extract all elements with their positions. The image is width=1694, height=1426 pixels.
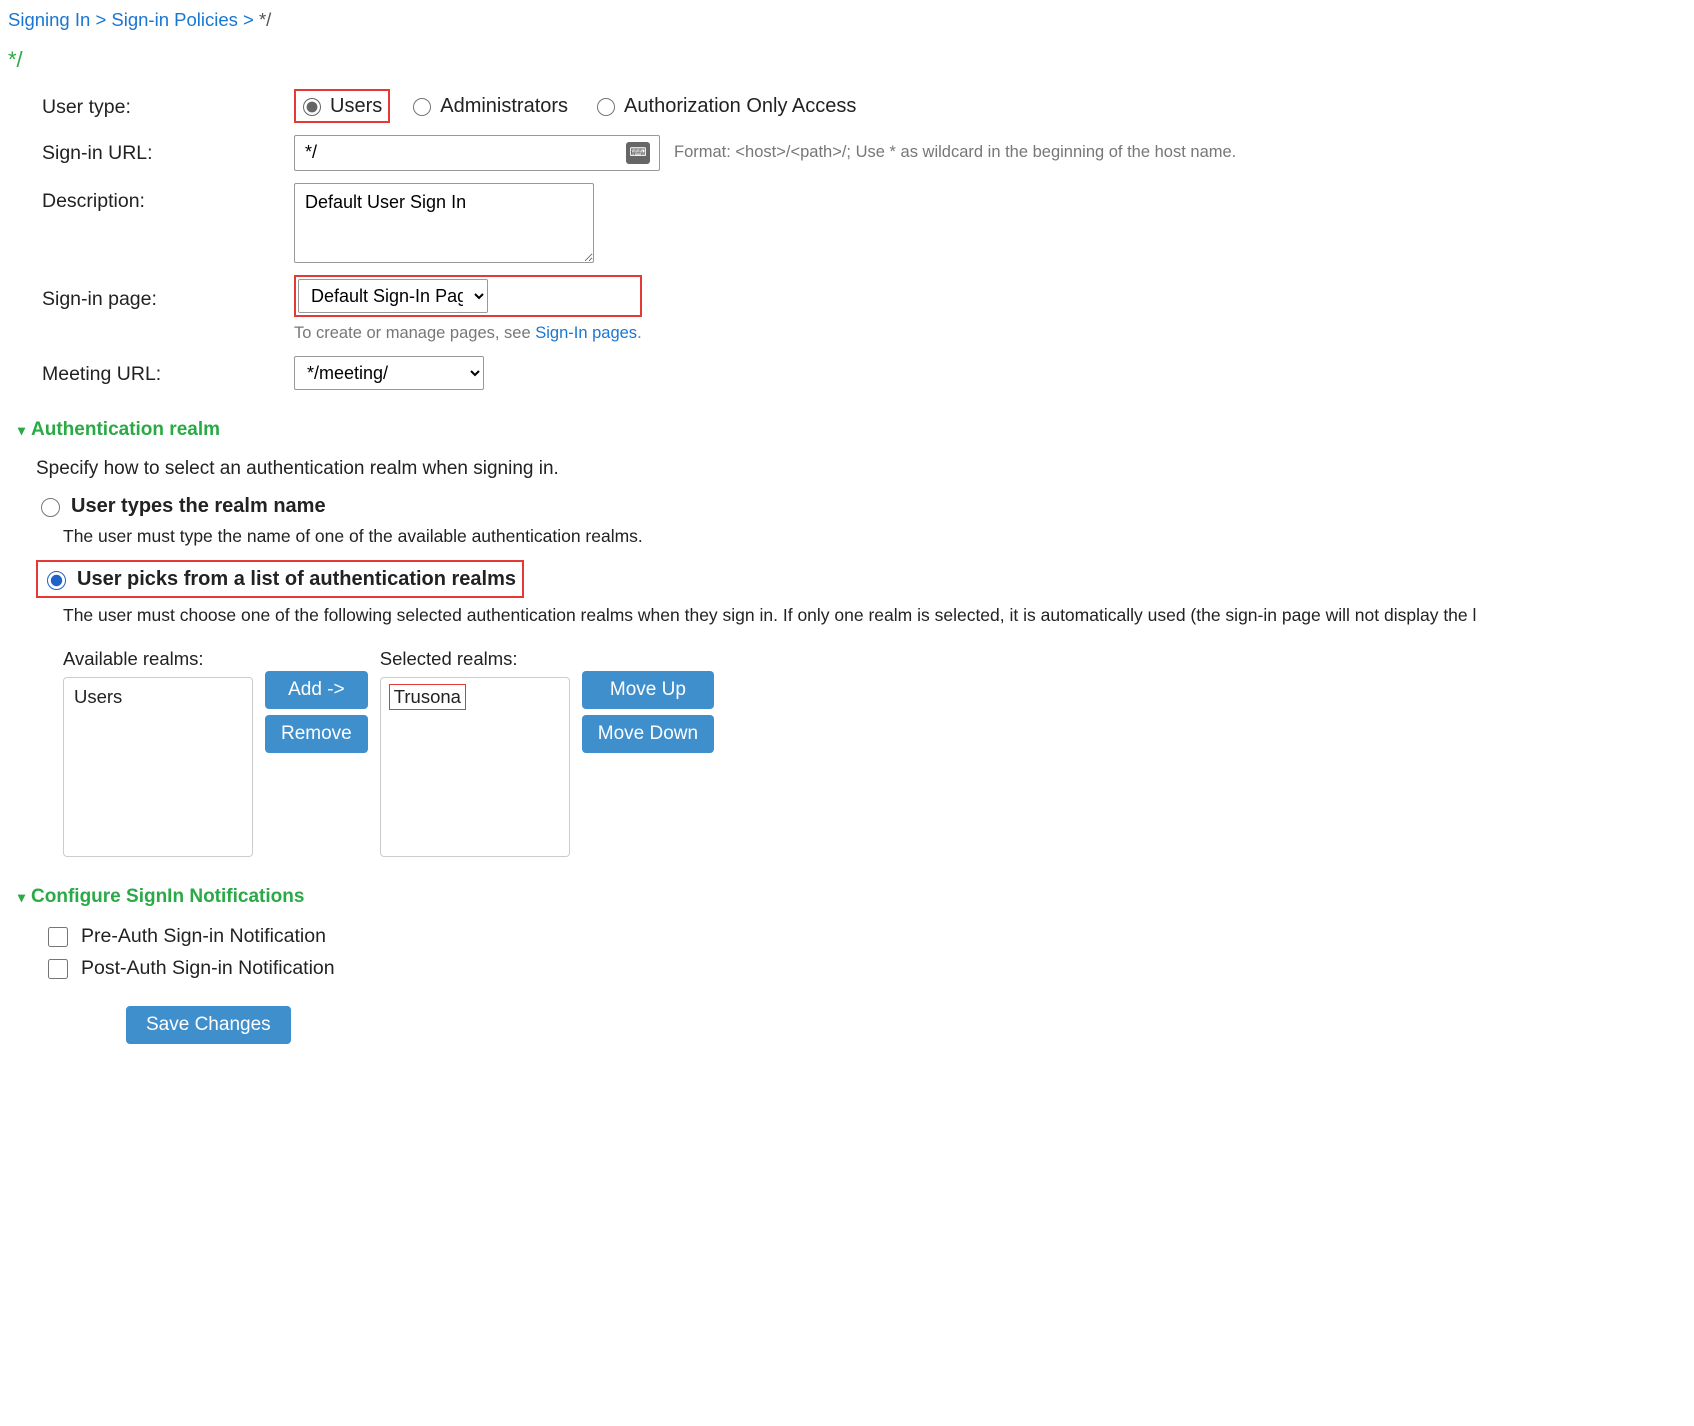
- radio-label-administrators: Administrators: [440, 93, 568, 119]
- label-signin-page: Sign-in page:: [42, 275, 294, 312]
- radio-label-realm-types: User types the realm name: [71, 493, 326, 519]
- listbox-selected-realms[interactable]: Trusona: [380, 677, 570, 857]
- input-signin-url[interactable]: [294, 135, 660, 171]
- radio-input-authonly[interactable]: [597, 98, 615, 116]
- list-item[interactable]: Trusona: [389, 684, 466, 710]
- radio-label-authonly: Authorization Only Access: [624, 93, 856, 119]
- realm-option-types-name: User types the realm name The user must …: [36, 493, 1686, 548]
- radio-label-realm-picks: User picks from a list of authentication…: [77, 566, 516, 592]
- select-meeting-url[interactable]: */meeting/: [294, 356, 484, 390]
- desc-realm-types: The user must type the name of one of th…: [63, 525, 1686, 548]
- radio-user-type-authonly[interactable]: Authorization Only Access: [590, 91, 862, 121]
- radio-input-realm-picks[interactable]: [47, 571, 66, 590]
- save-button[interactable]: Save Changes: [126, 1006, 291, 1044]
- radio-input-users[interactable]: [303, 98, 321, 116]
- radio-input-realm-types[interactable]: [41, 498, 60, 517]
- chevron-down-icon: ▾: [18, 888, 25, 906]
- textarea-description[interactable]: [294, 183, 594, 263]
- chevron-down-icon: ▾: [18, 421, 25, 439]
- breadcrumb-link-signing-in[interactable]: Signing In: [8, 9, 90, 30]
- radio-user-type-administrators[interactable]: Administrators: [406, 91, 574, 121]
- section-title-auth-realm: Authentication realm: [31, 418, 220, 443]
- checkbox-input-pre-auth[interactable]: [48, 927, 68, 947]
- radio-realm-picks-list[interactable]: User picks from a list of authentication…: [36, 560, 524, 598]
- highlight-signin-page-select: Default Sign-In Page: [294, 275, 642, 317]
- list-item[interactable]: Users: [72, 684, 244, 710]
- text-auth-realm-intro: Specify how to select an authentication …: [36, 457, 1686, 482]
- page-title: */: [8, 46, 1686, 75]
- checkbox-post-auth[interactable]: Post-Auth Sign-in Notification: [44, 956, 1686, 982]
- hint-signin-page: To create or manage pages, see Sign-In p…: [294, 323, 642, 344]
- keyboard-icon[interactable]: ⌨︎: [626, 142, 650, 164]
- link-signin-pages[interactable]: Sign-In pages: [535, 324, 637, 342]
- section-header-notifications[interactable]: ▾ Configure SignIn Notifications: [18, 885, 1686, 910]
- breadcrumb-separator: >: [243, 9, 259, 30]
- select-signin-page[interactable]: Default Sign-In Page: [298, 279, 488, 313]
- add-button[interactable]: Add ->: [265, 671, 368, 709]
- checkbox-label-pre-auth: Pre-Auth Sign-in Notification: [81, 924, 326, 949]
- realm-option-picks-list: User picks from a list of authentication…: [36, 560, 1686, 627]
- checkbox-input-post-auth[interactable]: [48, 959, 68, 979]
- radio-user-type-users[interactable]: Users: [294, 89, 390, 123]
- move-up-button[interactable]: Move Up: [582, 671, 714, 709]
- label-signin-url: Sign-in URL:: [42, 135, 294, 166]
- move-down-button[interactable]: Move Down: [582, 715, 714, 753]
- label-description: Description:: [42, 183, 294, 214]
- breadcrumb-leaf: */: [259, 9, 271, 30]
- breadcrumb: Signing In > Sign-in Policies > */: [8, 8, 1686, 32]
- breadcrumb-separator: >: [95, 9, 111, 30]
- radio-label-users: Users: [330, 93, 382, 119]
- remove-button[interactable]: Remove: [265, 715, 368, 753]
- desc-realm-picks: The user must choose one of the followin…: [63, 604, 1686, 627]
- section-header-auth-realm[interactable]: ▾ Authentication realm: [18, 418, 1686, 443]
- section-title-notifications: Configure SignIn Notifications: [31, 885, 304, 910]
- hint-signin-url-format: Format: <host>/<path>/; Use * as wildcar…: [674, 142, 1236, 163]
- label-user-type: User type:: [42, 89, 294, 120]
- listbox-available-realms[interactable]: Users: [63, 677, 253, 857]
- label-available-realms: Available realms:: [63, 647, 253, 671]
- radio-input-administrators[interactable]: [413, 98, 431, 116]
- label-selected-realms: Selected realms:: [380, 647, 570, 671]
- checkbox-label-post-auth: Post-Auth Sign-in Notification: [81, 956, 335, 981]
- checkbox-pre-auth[interactable]: Pre-Auth Sign-in Notification: [44, 924, 1686, 950]
- user-type-radio-group: Users Administrators Authorization Only …: [294, 89, 862, 123]
- radio-realm-types-name[interactable]: User types the realm name: [36, 493, 1686, 519]
- breadcrumb-link-signin-policies[interactable]: Sign-in Policies: [111, 9, 237, 30]
- label-meeting-url: Meeting URL:: [42, 356, 294, 387]
